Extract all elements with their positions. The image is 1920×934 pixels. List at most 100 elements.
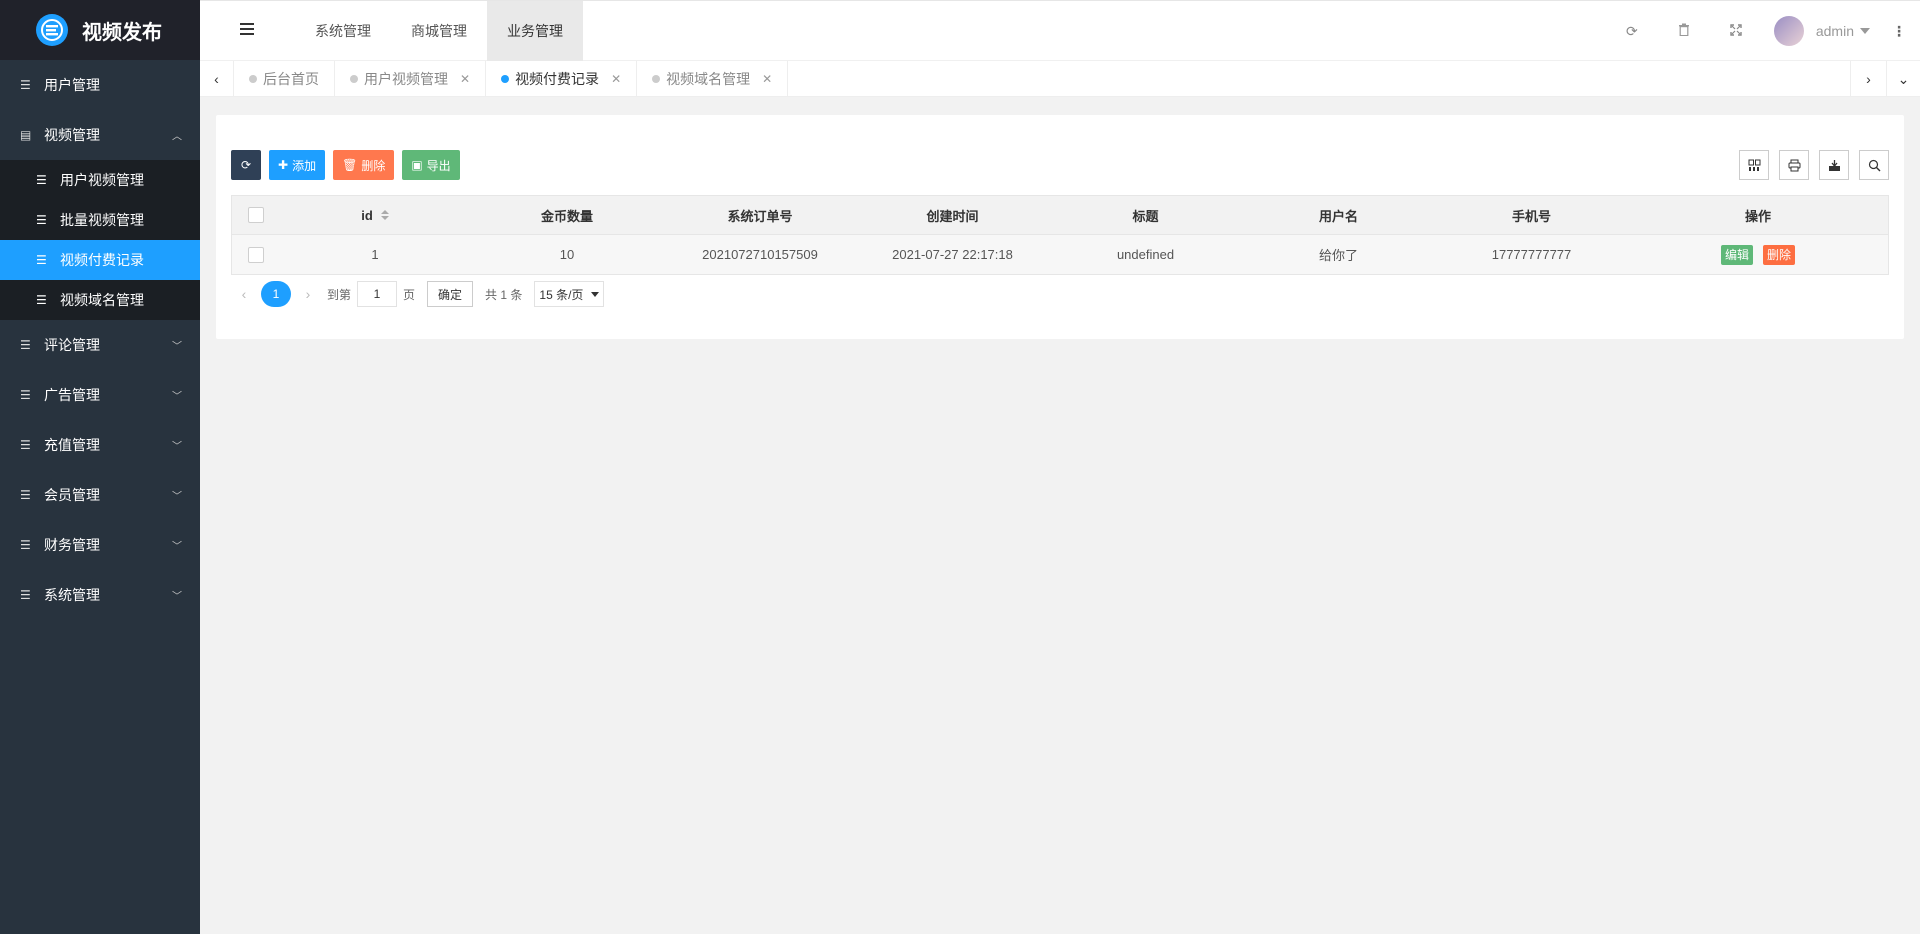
sidebar-item-comments[interactable]: ☰ 评论管理 ﹀: [0, 320, 200, 370]
refresh-icon[interactable]: ⟳: [1606, 23, 1658, 40]
close-icon[interactable]: ✕: [460, 72, 470, 86]
column-header-phone: 手机号: [1511, 208, 1551, 224]
close-icon[interactable]: ✕: [611, 72, 621, 86]
sidebar-subitem-user-videos[interactable]: ☰ 用户视频管理: [0, 160, 200, 200]
sidebar-item-label: 充值管理: [44, 437, 100, 453]
tab-dot: [652, 75, 661, 83]
table-header-row: id 金币数量 系统订单号 创建时间 标题 用户名 手机号 操作: [232, 196, 1888, 235]
user-menu[interactable]: admin: [1773, 16, 1870, 46]
next-page-icon[interactable]: ›: [295, 286, 321, 302]
sidebar-item-ads[interactable]: ☰ 广告管理 ﹀: [0, 370, 200, 420]
sidebar-item-users[interactable]: ☰ 用户管理: [0, 60, 200, 110]
logo-text: 视频发布: [82, 21, 162, 44]
close-icon[interactable]: ✕: [762, 72, 772, 86]
sidebar-item-finance[interactable]: ☰ 财务管理 ﹀: [0, 520, 200, 570]
edit-button[interactable]: 编辑: [1720, 244, 1753, 265]
logo[interactable]: 视频发布: [0, 0, 200, 60]
chevron-down-icon[interactable]: ⌄: [1886, 61, 1920, 97]
prev-page-icon[interactable]: ‹: [231, 286, 257, 302]
tabs-bar: ‹ 后台首页 用户视频管理 ✕ 视频付费记录 ✕ 视频域名管理 ✕ › ⌄: [200, 61, 1920, 97]
export-button[interactable]: ▣ 导出: [402, 150, 460, 180]
cell-order-no: 2021072710157509: [702, 247, 818, 262]
menu-toggle-icon[interactable]: [240, 23, 254, 38]
print-icon[interactable]: [1779, 150, 1809, 180]
delete-button[interactable]: 🗑 删除: [333, 150, 395, 180]
top-header: 系统管理 商城管理 业务管理 ⟳ admin ⋮: [200, 0, 1920, 61]
caret-down-icon: [591, 291, 600, 297]
header-tools: ⟳ admin ⋮: [1606, 1, 1920, 61]
sidebar-subitem-video-domains[interactable]: ☰ 视频域名管理: [0, 280, 200, 320]
tab-video-payments[interactable]: 视频付费记录 ✕: [486, 61, 638, 97]
chevron-down-icon: ﹀: [172, 591, 182, 603]
goto-label: 到第: [327, 287, 352, 302]
refresh-icon: ⟳: [240, 158, 252, 172]
list-icon: ☰: [20, 538, 31, 552]
sidebar-item-system[interactable]: ☰ 系统管理 ﹀: [0, 570, 200, 620]
sidebar-item-label: 视频付费记录: [60, 252, 144, 268]
add-button-label: 添加: [292, 158, 317, 173]
delete-button-label: 删除: [361, 158, 386, 173]
chevron-down-icon: ﹀: [172, 491, 182, 503]
top-menu-system[interactable]: 系统管理: [295, 1, 391, 61]
trash-icon[interactable]: [1658, 23, 1710, 39]
column-header-created: 创建时间: [926, 208, 979, 224]
export-icon[interactable]: [1819, 150, 1849, 180]
sidebar-item-label: 视频域名管理: [60, 292, 144, 308]
goto-page-input[interactable]: [357, 281, 398, 307]
row-delete-button[interactable]: 删除: [1763, 244, 1796, 265]
chevron-left-icon[interactable]: ‹: [200, 61, 234, 97]
sidebar-item-label: 系统管理: [44, 587, 100, 603]
more-vertical-icon[interactable]: ⋮: [1892, 23, 1906, 40]
column-header-actions: 操作: [1744, 208, 1771, 224]
top-menu-business[interactable]: 业务管理: [487, 1, 583, 61]
sort-icon[interactable]: [380, 210, 389, 220]
sidebar-submenu-video: ☰ 用户视频管理 ☰ 批量视频管理 ☰ 视频付费记录 ☰ 视频域名管理: [0, 160, 200, 320]
row-checkbox[interactable]: [248, 246, 264, 263]
list-icon: ☰: [20, 78, 31, 92]
list-icon: ☰: [36, 293, 47, 307]
sidebar-item-members[interactable]: ☰ 会员管理 ﹀: [0, 470, 200, 520]
sidebar-item-label: 财务管理: [44, 537, 100, 553]
sidebar-item-recharge[interactable]: ☰ 充值管理 ﹀: [0, 420, 200, 470]
tab-video-domains[interactable]: 视频域名管理 ✕: [637, 61, 789, 97]
tab-label: 视频域名管理: [666, 71, 751, 87]
sidebar-item-label: 用户管理: [44, 77, 100, 93]
table-tools: [1729, 150, 1889, 180]
table-toolbar: ⟳ ✚ 添加 🗑 删除 ▣ 导出: [231, 150, 468, 180]
add-button[interactable]: ✚ 添加: [269, 150, 326, 180]
per-page-select[interactable]: 15 条/页: [534, 281, 605, 307]
list-icon: ☰: [20, 438, 31, 452]
current-page[interactable]: 1: [261, 281, 291, 307]
document-icon: ▤: [20, 128, 32, 142]
goto-confirm-button[interactable]: 确定: [427, 281, 474, 307]
refresh-button[interactable]: ⟳: [231, 150, 261, 180]
logo-icon: [36, 14, 68, 46]
table-row: 1 10 2021072710157509 2021-07-27 22:17:1…: [232, 235, 1888, 274]
search-icon[interactable]: [1859, 150, 1889, 180]
cell-actions: 编辑 删除: [1628, 235, 1888, 274]
top-menu-mall[interactable]: 商城管理: [391, 1, 487, 61]
content-card: ⟳ ✚ 添加 🗑 删除 ▣ 导出 id 金币数量 系统订单号 创建时间 标题 用…: [216, 115, 1904, 339]
tab-user-videos[interactable]: 用户视频管理 ✕: [335, 61, 487, 97]
cell-coins: 10: [559, 247, 575, 262]
sidebar-item-label: 用户视频管理: [60, 172, 144, 188]
sidebar: 视频发布 ☰ 用户管理 ▤ 视频管理 ︿ ☰ 用户视频管理 ☰ 批量视频管理 ☰…: [0, 0, 200, 934]
select-all-checkbox[interactable]: [248, 207, 264, 223]
tab-home[interactable]: 后台首页: [234, 61, 335, 97]
plus-icon: ✚: [278, 158, 289, 172]
sidebar-item-label: 会员管理: [44, 487, 100, 503]
chevron-right-icon[interactable]: ›: [1850, 61, 1886, 97]
list-icon: ☰: [20, 338, 31, 352]
columns-icon[interactable]: [1739, 150, 1769, 180]
total-count: 共 1 条: [485, 287, 523, 302]
sidebar-subitem-batch-videos[interactable]: ☰ 批量视频管理: [0, 200, 200, 240]
sidebar-subitem-video-payments[interactable]: ☰ 视频付费记录: [0, 240, 200, 280]
sidebar-item-label: 广告管理: [44, 387, 100, 403]
column-header-order-no: 系统订单号: [727, 208, 793, 224]
column-header-coins: 金币数量: [540, 208, 593, 224]
avatar: [1773, 16, 1804, 46]
page-tabs: 后台首页 用户视频管理 ✕ 视频付费记录 ✕ 视频域名管理 ✕: [234, 61, 789, 97]
sidebar-item-video[interactable]: ▤ 视频管理 ︿: [0, 110, 200, 160]
column-header-id[interactable]: id: [280, 196, 470, 234]
fullscreen-icon[interactable]: [1710, 23, 1762, 39]
